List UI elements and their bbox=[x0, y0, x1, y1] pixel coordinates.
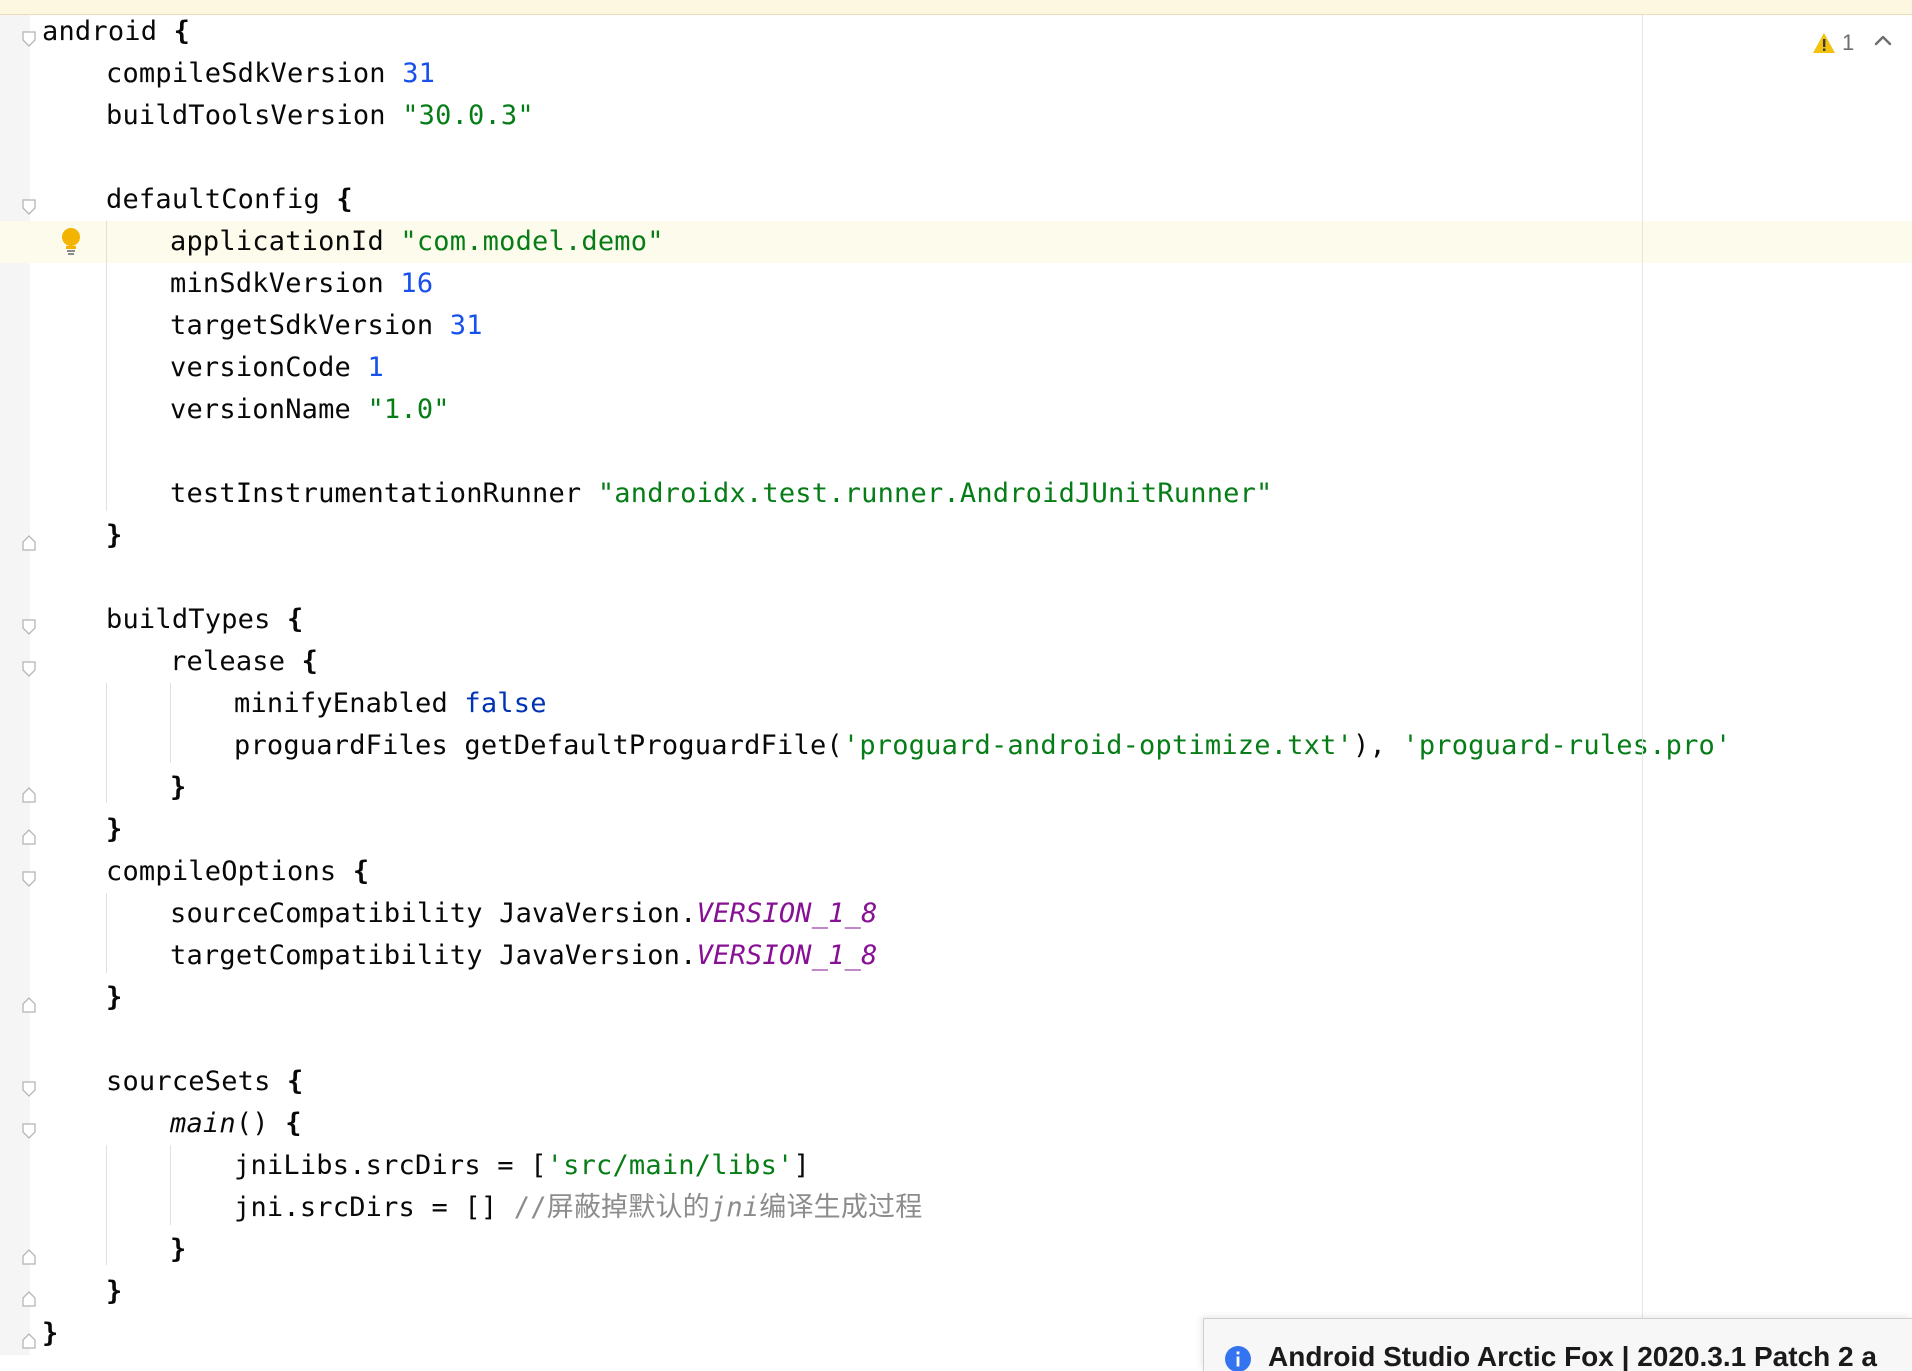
code-text: proguardFiles getDefaultProguardFile('pr… bbox=[234, 730, 1732, 761]
code-editor[interactable]: android { compileSdkVersion 31 buildTool… bbox=[0, 15, 1912, 1355]
code-line-16: release { bbox=[0, 641, 1912, 683]
code-line-15: buildTypes { bbox=[0, 599, 1912, 641]
lightbulb-icon[interactable] bbox=[60, 227, 82, 257]
code-text: } bbox=[170, 1234, 187, 1265]
code-line-9: versionCode 1 bbox=[0, 347, 1912, 389]
code-text: } bbox=[106, 1276, 123, 1307]
code-line-23: targetCompatibility JavaVersion.VERSION_… bbox=[0, 935, 1912, 977]
code-line-2: compileSdkVersion 31 bbox=[0, 53, 1912, 95]
code-line-3: buildToolsVersion "30.0.3" bbox=[0, 95, 1912, 137]
fold-toggle-icon[interactable] bbox=[22, 871, 36, 887]
fold-toggle-icon[interactable] bbox=[22, 199, 36, 215]
warning-icon bbox=[1813, 33, 1835, 53]
code-text: minSdkVersion 16 bbox=[170, 268, 434, 299]
code-line-30: } bbox=[0, 1229, 1912, 1271]
code-text: versionCode 1 bbox=[170, 352, 384, 383]
inspection-widget[interactable]: 1 bbox=[1812, 28, 1854, 58]
fold-end-icon[interactable] bbox=[22, 1249, 36, 1265]
indent-guide bbox=[106, 221, 107, 511]
fold-end-icon[interactable] bbox=[22, 1291, 36, 1307]
fold-end-icon[interactable] bbox=[22, 1333, 36, 1349]
info-icon bbox=[1224, 1345, 1252, 1371]
code-text: targetSdkVersion 31 bbox=[170, 310, 483, 341]
code-text: sourceCompatibility JavaVersion.VERSION_… bbox=[170, 898, 878, 929]
warning-count: 1 bbox=[1842, 30, 1855, 55]
right-margin-guide bbox=[1642, 15, 1643, 1335]
code-line-7: minSdkVersion 16 bbox=[0, 263, 1912, 305]
fold-end-icon[interactable] bbox=[22, 535, 36, 551]
code-line-21: compileOptions { bbox=[0, 851, 1912, 893]
code-line-18: proguardFiles getDefaultProguardFile('pr… bbox=[0, 725, 1912, 767]
code-line-22: sourceCompatibility JavaVersion.VERSION_… bbox=[0, 893, 1912, 935]
code-text: } bbox=[42, 1318, 59, 1349]
code-line-17: minifyEnabled false bbox=[0, 683, 1912, 725]
fold-toggle-icon[interactable] bbox=[22, 1123, 36, 1139]
indent-guide bbox=[106, 683, 107, 803]
code-text: versionName "1.0" bbox=[170, 394, 450, 425]
code-text: buildTypes { bbox=[106, 604, 304, 635]
code-text: } bbox=[170, 772, 187, 803]
fold-end-icon[interactable] bbox=[22, 829, 36, 845]
code-line-19: } bbox=[0, 767, 1912, 809]
code-text: } bbox=[106, 520, 123, 551]
code-line-1: android { bbox=[0, 11, 1912, 53]
code-line-8: targetSdkVersion 31 bbox=[0, 305, 1912, 347]
code-line-27: main() { bbox=[0, 1103, 1912, 1145]
code-line-12: testInstrumentationRunner "androidx.test… bbox=[0, 473, 1912, 515]
code-line-31: } bbox=[0, 1271, 1912, 1313]
code-line-6-current: applicationId "com.model.demo" bbox=[0, 221, 1912, 263]
fold-toggle-icon[interactable] bbox=[22, 661, 36, 677]
code-text: minifyEnabled false bbox=[234, 688, 547, 719]
indent-guide bbox=[106, 893, 107, 973]
code-text: compileSdkVersion 31 bbox=[106, 58, 436, 89]
code-text: compileOptions { bbox=[106, 856, 370, 887]
code-text: jniLibs.srcDirs = ['src/main/libs'] bbox=[234, 1150, 810, 1181]
code-text: buildToolsVersion "30.0.3" bbox=[106, 100, 534, 131]
code-text: main() { bbox=[170, 1108, 302, 1139]
code-line-28: jniLibs.srcDirs = ['src/main/libs'] bbox=[0, 1145, 1912, 1187]
code-line-10: versionName "1.0" bbox=[0, 389, 1912, 431]
code-text: targetCompatibility JavaVersion.VERSION_… bbox=[170, 940, 878, 971]
fold-toggle-icon[interactable] bbox=[22, 1081, 36, 1097]
code-text: applicationId "com.model.demo" bbox=[170, 226, 664, 257]
code-line-5: defaultConfig { bbox=[0, 179, 1912, 221]
code-line-29: jni.srcDirs = [] //屏蔽掉默认的jni编译生成过程 bbox=[0, 1187, 1912, 1229]
code-line-13: } bbox=[0, 515, 1912, 557]
code-line-26: sourceSets { bbox=[0, 1061, 1912, 1103]
code-text: defaultConfig { bbox=[106, 184, 353, 215]
code-text: testInstrumentationRunner "androidx.test… bbox=[170, 478, 1273, 509]
indent-guide bbox=[106, 1145, 107, 1265]
code-text: } bbox=[106, 814, 123, 845]
chevron-up-icon[interactable] bbox=[1872, 30, 1894, 52]
code-text: sourceSets { bbox=[106, 1066, 304, 1097]
code-text: android { bbox=[42, 16, 191, 47]
fold-end-icon[interactable] bbox=[22, 787, 36, 803]
code-text: } bbox=[106, 982, 123, 1013]
code-line-24: } bbox=[0, 977, 1912, 1019]
code-text: release { bbox=[170, 646, 319, 677]
indent-guide bbox=[170, 683, 171, 763]
code-text: jni.srcDirs = [] //屏蔽掉默认的jni编译生成过程 bbox=[234, 1192, 923, 1223]
notification-title[interactable]: Android Studio Arctic Fox | 2020.3.1 Pat… bbox=[1268, 1341, 1877, 1371]
update-notification-balloon[interactable]: Android Studio Arctic Fox | 2020.3.1 Pat… bbox=[1203, 1318, 1912, 1371]
indent-guide bbox=[170, 1145, 171, 1225]
fold-toggle-icon[interactable] bbox=[22, 31, 36, 47]
code-line-20: } bbox=[0, 809, 1912, 851]
fold-end-icon[interactable] bbox=[22, 997, 36, 1013]
fold-toggle-icon[interactable] bbox=[22, 619, 36, 635]
